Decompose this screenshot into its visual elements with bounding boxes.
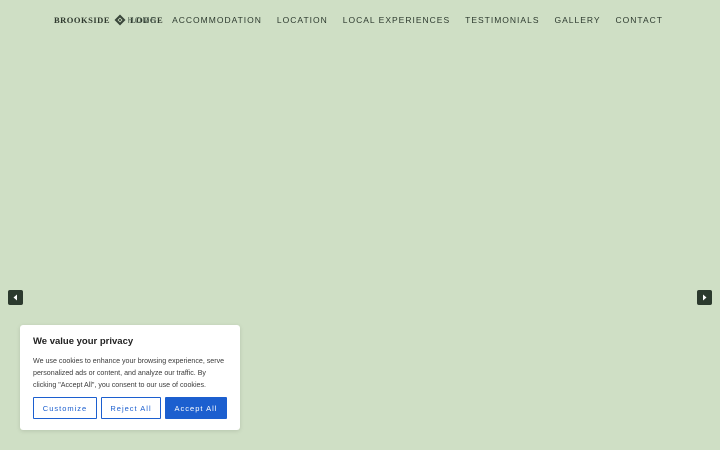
slider-prev-button[interactable] bbox=[8, 290, 23, 305]
caret-left-icon bbox=[13, 294, 17, 301]
nav-home[interactable]: HOME bbox=[128, 14, 158, 26]
accept-all-button[interactable]: Accept All bbox=[165, 397, 227, 419]
brand-name-left: BROOKSIDE bbox=[54, 15, 110, 25]
slider-next-button[interactable] bbox=[697, 290, 712, 305]
cookie-description: We use cookies to enhance your browsing … bbox=[33, 357, 225, 389]
main-nav: HOME ACCOMMODATION LOCATION LOCAL EXPERI… bbox=[128, 14, 663, 26]
site-header: BROOKSIDE LODGE HOME ACCOMMODATION LOCAT… bbox=[0, 0, 720, 40]
nav-contact[interactable]: CONTACT bbox=[616, 14, 663, 26]
cookie-consent-banner: We value your privacy We use cookies to … bbox=[20, 325, 240, 430]
nav-testimonials[interactable]: TESTIMONIALS bbox=[465, 14, 539, 26]
nav-location[interactable]: LOCATION bbox=[277, 14, 328, 26]
nav-gallery[interactable]: GALLERY bbox=[554, 14, 600, 26]
cookie-title: We value your privacy bbox=[33, 336, 134, 347]
customize-button[interactable]: Customize bbox=[33, 397, 97, 419]
diamond-leaf-icon bbox=[114, 14, 126, 26]
reject-all-button[interactable]: Reject All bbox=[101, 397, 161, 419]
cookie-button-group: Customize Reject All Accept All bbox=[33, 397, 227, 419]
nav-local-experiences[interactable]: LOCAL EXPERIENCES bbox=[343, 14, 450, 26]
nav-accommodation[interactable]: ACCOMMODATION bbox=[172, 14, 262, 26]
caret-right-icon bbox=[703, 294, 707, 301]
